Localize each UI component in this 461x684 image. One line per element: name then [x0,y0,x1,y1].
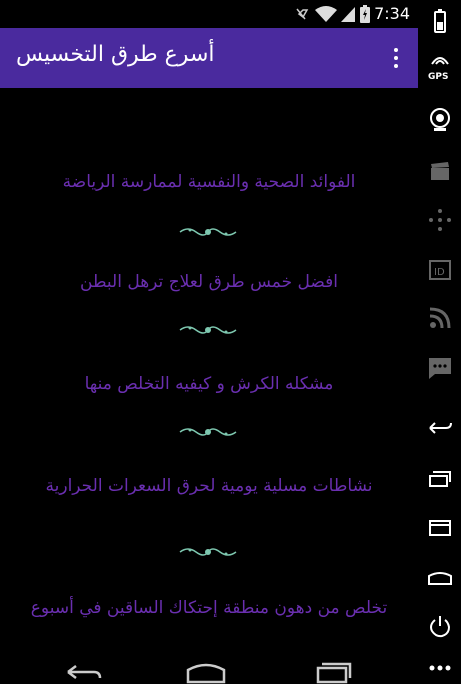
clapper-icon[interactable] [426,158,454,186]
battery-icon [360,5,370,23]
ornament-divider-icon [179,428,237,436]
camera-icon[interactable] [426,106,454,134]
svg-text:ID: ID [434,267,445,278]
back-icon[interactable] [60,660,104,684]
menu-icon[interactable] [426,514,454,542]
wifi-icon [315,6,337,22]
ornament-divider-icon [179,548,237,556]
app-bar: أسرع طرق التخسيس [0,28,418,88]
id-icon[interactable]: ID [426,256,454,284]
nav-bar [0,658,418,684]
list-item[interactable]: مشكله الكرش و كيفيه التخلص منها [10,372,408,396]
ornament-divider-icon [179,228,237,236]
home-icon[interactable] [184,660,228,684]
status-clock: 7:34 [374,4,410,23]
mute-icon [296,8,309,20]
sms-icon[interactable] [426,354,454,382]
app-title: أسرع طرق التخسيس [16,42,215,67]
more-vert-icon[interactable] [386,46,406,70]
list-item[interactable]: تخلص من دهون منطقة إحتكاك الساقين في أسب… [10,596,408,620]
device-screen: 7:34 أسرع طرق التخسيس الفوائد الصحية وال… [0,0,461,684]
more-icon[interactable] [426,658,454,678]
rss-icon[interactable] [426,304,454,332]
battery-icon[interactable] [426,8,454,36]
list-item[interactable]: نشاطات مسلية يومية لحرق السعرات الحرارية [10,474,408,498]
recents-icon[interactable] [312,660,356,684]
list-item[interactable]: افضل خمس طرق لعلاج ترهل البطن [10,270,408,294]
signal-icon [341,7,355,22]
home-icon[interactable] [426,564,454,592]
power-icon[interactable] [426,612,454,640]
dpad-icon[interactable] [426,206,454,234]
emulator-toolbar: GPS ID [418,0,461,683]
article-list: الفوائد الصحية والنفسية لممارسة الرياضة … [0,88,418,648]
status-bar: 7:34 [0,0,418,28]
gps-label: GPS [428,72,449,82]
list-item[interactable]: الفوائد الصحية والنفسية لممارسة الرياضة [10,170,408,194]
recent-apps-icon[interactable] [426,466,454,494]
ornament-divider-icon [179,326,237,334]
back-icon[interactable] [426,414,454,442]
